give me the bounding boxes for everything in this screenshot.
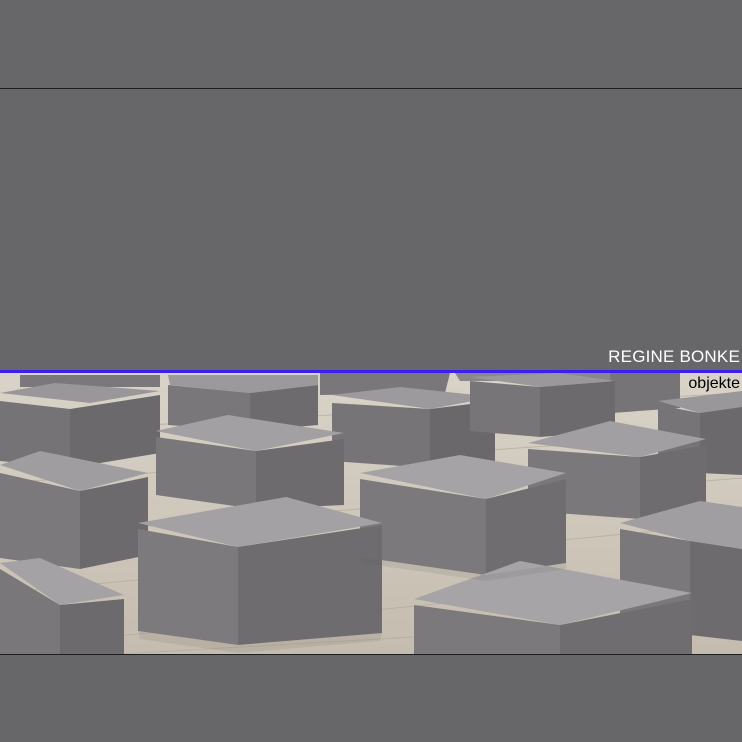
top-divider xyxy=(0,88,742,89)
site-title[interactable]: REGINE BONKE xyxy=(608,347,740,367)
page: REGINE BONKE objekte xyxy=(0,0,742,742)
hero-photo xyxy=(0,373,742,654)
nav-item-objekte[interactable]: objekte xyxy=(684,375,740,393)
bottom-divider xyxy=(0,654,742,655)
